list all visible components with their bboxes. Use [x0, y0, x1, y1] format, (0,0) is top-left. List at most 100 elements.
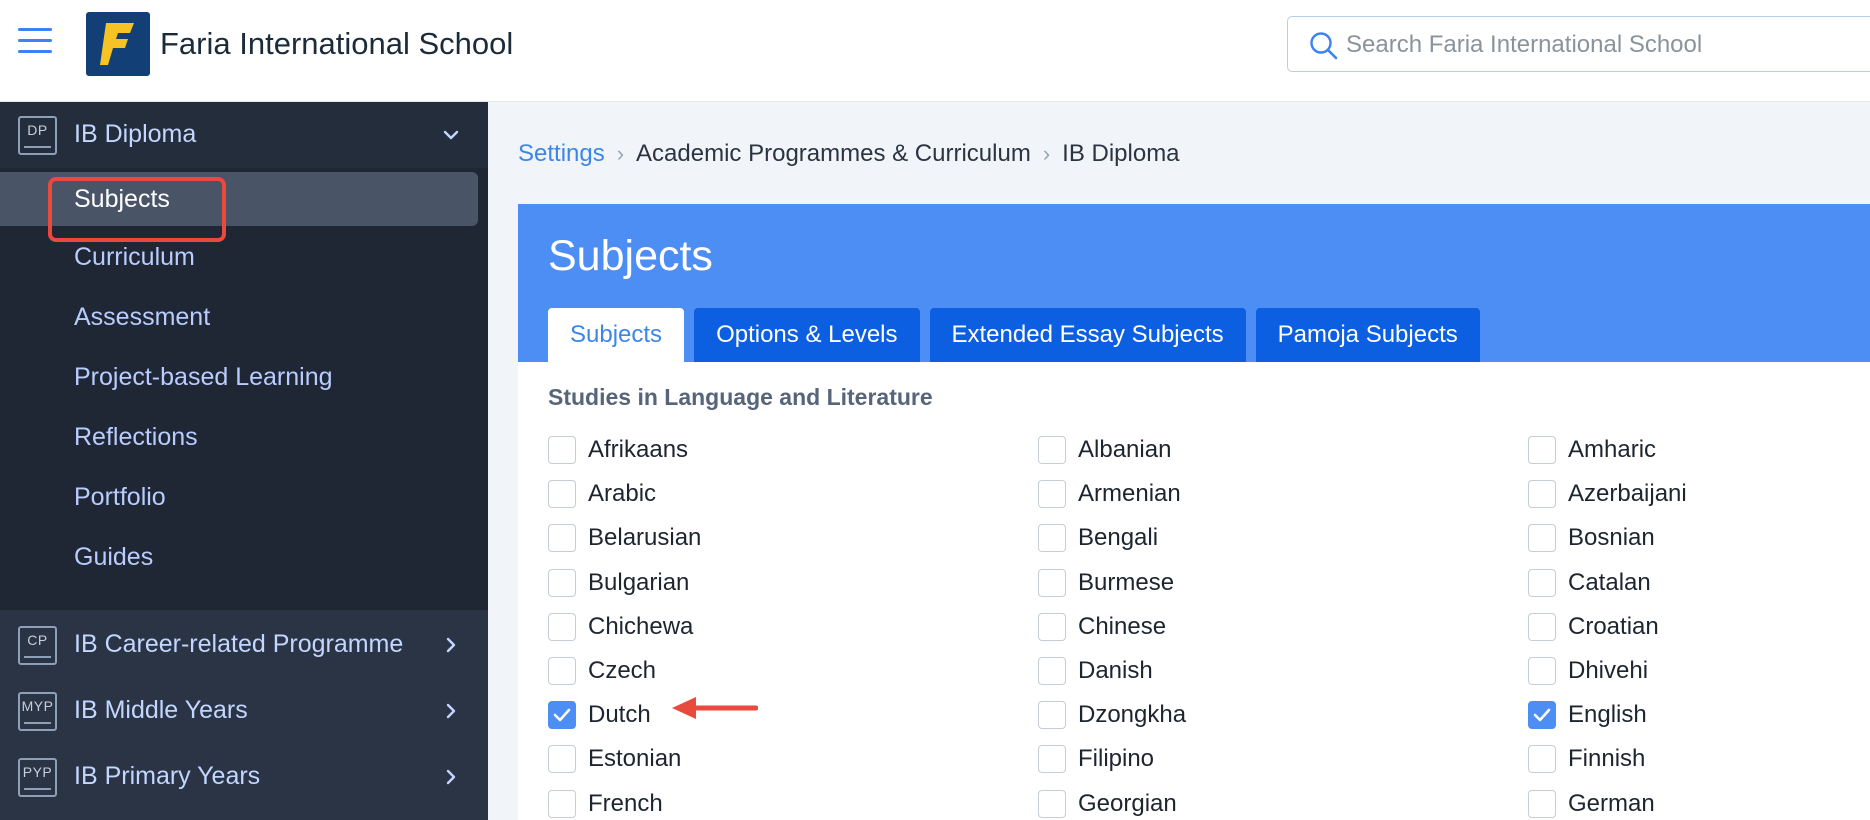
subject-column-2: Albanian Armenian Bengali Burmese Chinese Dan…: [1038, 428, 1186, 820]
subject-checkbox[interactable]: [1528, 657, 1556, 686]
subject-checkbox[interactable]: [1038, 524, 1066, 553]
breadcrumb-ib-diploma: IB Diploma: [1062, 140, 1180, 167]
subject-label: Amharic: [1568, 436, 1657, 464]
subject-label: Bulgarian: [588, 568, 690, 596]
subject-checkbox[interactable]: [548, 568, 576, 597]
sidebar-item-curriculum[interactable]: Curriculum: [0, 230, 488, 284]
top-header: Faria International School: [0, 0, 1870, 102]
school-logo[interactable]: [86, 12, 150, 76]
search-input[interactable]: [1346, 27, 1866, 63]
subject-option[interactable]: Georgian: [1038, 782, 1186, 820]
sidebar-item-subjects[interactable]: Subjects: [0, 172, 478, 226]
sidebar-programme-ib-career-related[interactable]: CP IB Career-related Programme: [0, 612, 488, 678]
subject-option[interactable]: Dzongkha: [1038, 693, 1186, 737]
tab-options-levels[interactable]: Options & Levels: [694, 308, 920, 362]
subject-checkbox[interactable]: [1528, 568, 1556, 597]
subject-checkbox[interactable]: [548, 745, 576, 774]
subject-option[interactable]: French: [548, 782, 701, 820]
subject-checkbox[interactable]: [1038, 436, 1066, 465]
subject-checkbox[interactable]: [1038, 789, 1066, 818]
sidebar-programme-label: IB Primary Years: [74, 762, 261, 790]
subject-option[interactable]: Filipino: [1038, 737, 1186, 781]
subject-label: Georgian: [1078, 789, 1177, 817]
breadcrumb: Settings › Academic Programmes & Curricu…: [518, 140, 1180, 168]
subject-checkbox[interactable]: [548, 657, 576, 686]
subject-checkbox[interactable]: [548, 701, 576, 730]
subject-checkbox[interactable]: [1528, 701, 1556, 730]
subjects-panel: Subjects Subjects Options & Levels Exten…: [518, 204, 1870, 820]
subject-checkbox[interactable]: [548, 480, 576, 509]
subject-checkbox[interactable]: [548, 436, 576, 465]
dp-badge-icon: DP: [18, 116, 57, 155]
subject-option[interactable]: Bulgarian: [548, 561, 701, 605]
breadcrumb-separator-icon: ›: [616, 141, 625, 166]
subject-label: Czech: [588, 657, 657, 685]
search-bar[interactable]: [1287, 16, 1870, 72]
subject-checkbox[interactable]: [1038, 568, 1066, 597]
subject-option[interactable]: Danish: [1038, 649, 1186, 693]
tab-pamoja-subjects[interactable]: Pamoja Subjects: [1255, 308, 1480, 362]
subject-label: German: [1568, 789, 1655, 817]
subject-checkbox[interactable]: [1038, 612, 1066, 641]
subject-option[interactable]: English: [1528, 693, 1687, 737]
subject-label: Bengali: [1078, 524, 1159, 552]
sidebar-programme-ib-primary-years[interactable]: PYP IB Primary Years: [0, 744, 488, 810]
subject-option[interactable]: Belarusian: [548, 516, 701, 560]
subject-option[interactable]: Burmese: [1038, 561, 1186, 605]
sidebar-item-project-based-learning[interactable]: Project-based Learning: [0, 350, 488, 404]
subject-checkbox[interactable]: [548, 789, 576, 818]
subject-checkbox[interactable]: [1528, 745, 1556, 774]
sidebar-programme-ib-diploma[interactable]: DP IB Diploma: [0, 102, 488, 168]
subject-checkbox[interactable]: [548, 612, 576, 641]
subject-option[interactable]: Dutch: [548, 693, 701, 737]
pyp-badge-icon: PYP: [18, 758, 57, 797]
sidebar-item-assessment[interactable]: Assessment: [0, 290, 488, 344]
checkmark-icon: [1533, 708, 1551, 722]
subject-checkbox[interactable]: [1528, 789, 1556, 818]
subject-option[interactable]: Albanian: [1038, 428, 1186, 472]
breadcrumb-separator-icon: ›: [1042, 141, 1051, 166]
subject-option[interactable]: Bosnian: [1528, 516, 1687, 560]
tab-subjects[interactable]: Subjects: [548, 308, 685, 362]
search-icon: [1310, 32, 1338, 60]
tab-extended-essay-subjects[interactable]: Extended Essay Subjects: [929, 308, 1246, 362]
subject-checkbox[interactable]: [1038, 480, 1066, 509]
subject-option[interactable]: Croatian: [1528, 605, 1687, 649]
subject-label: Belarusian: [588, 524, 702, 552]
subject-checkbox[interactable]: [548, 524, 576, 553]
subject-option[interactable]: Finnish: [1528, 737, 1687, 781]
subject-option[interactable]: German: [1528, 782, 1687, 820]
subject-option[interactable]: Chichewa: [548, 605, 701, 649]
subject-checkbox[interactable]: [1038, 745, 1066, 774]
subject-checkbox[interactable]: [1528, 480, 1556, 509]
subject-option[interactable]: Chinese: [1038, 605, 1186, 649]
subject-option[interactable]: Dhivehi: [1528, 649, 1687, 693]
subject-option[interactable]: Czech: [548, 649, 701, 693]
school-name[interactable]: Faria International School: [160, 26, 513, 62]
breadcrumb-settings-link[interactable]: Settings: [518, 140, 605, 168]
subject-checkbox[interactable]: [1528, 524, 1556, 553]
subject-checkbox[interactable]: [1528, 612, 1556, 641]
sidebar-programme-label: IB Career-related Programme: [74, 630, 404, 658]
sidebar-item-portfolio[interactable]: Portfolio: [0, 470, 488, 524]
hamburger-menu-icon[interactable]: [18, 28, 52, 58]
subject-label: Armenian: [1078, 480, 1181, 508]
subject-option[interactable]: Arabic: [548, 472, 701, 516]
sidebar-item-guides[interactable]: Guides: [0, 530, 488, 584]
sidebar-item-reflections[interactable]: Reflections: [0, 410, 488, 464]
subject-option[interactable]: Amharic: [1528, 428, 1687, 472]
subject-option[interactable]: Catalan: [1528, 561, 1687, 605]
subject-label: Filipino: [1078, 745, 1155, 773]
subject-option[interactable]: Armenian: [1038, 472, 1186, 516]
subject-label: Azerbaijani: [1568, 480, 1687, 508]
subject-checkbox[interactable]: [1528, 436, 1556, 465]
sidebar-programme-ib-middle-years[interactable]: MYP IB Middle Years: [0, 678, 488, 744]
subject-checkbox[interactable]: [1038, 657, 1066, 686]
chevron-right-icon: [446, 703, 456, 719]
subject-label: Danish: [1078, 657, 1153, 685]
subject-option[interactable]: Bengali: [1038, 516, 1186, 560]
subject-checkbox[interactable]: [1038, 701, 1066, 730]
subject-option[interactable]: Estonian: [548, 737, 701, 781]
subject-option[interactable]: Azerbaijani: [1528, 472, 1687, 516]
subject-option[interactable]: Afrikaans: [548, 428, 701, 472]
